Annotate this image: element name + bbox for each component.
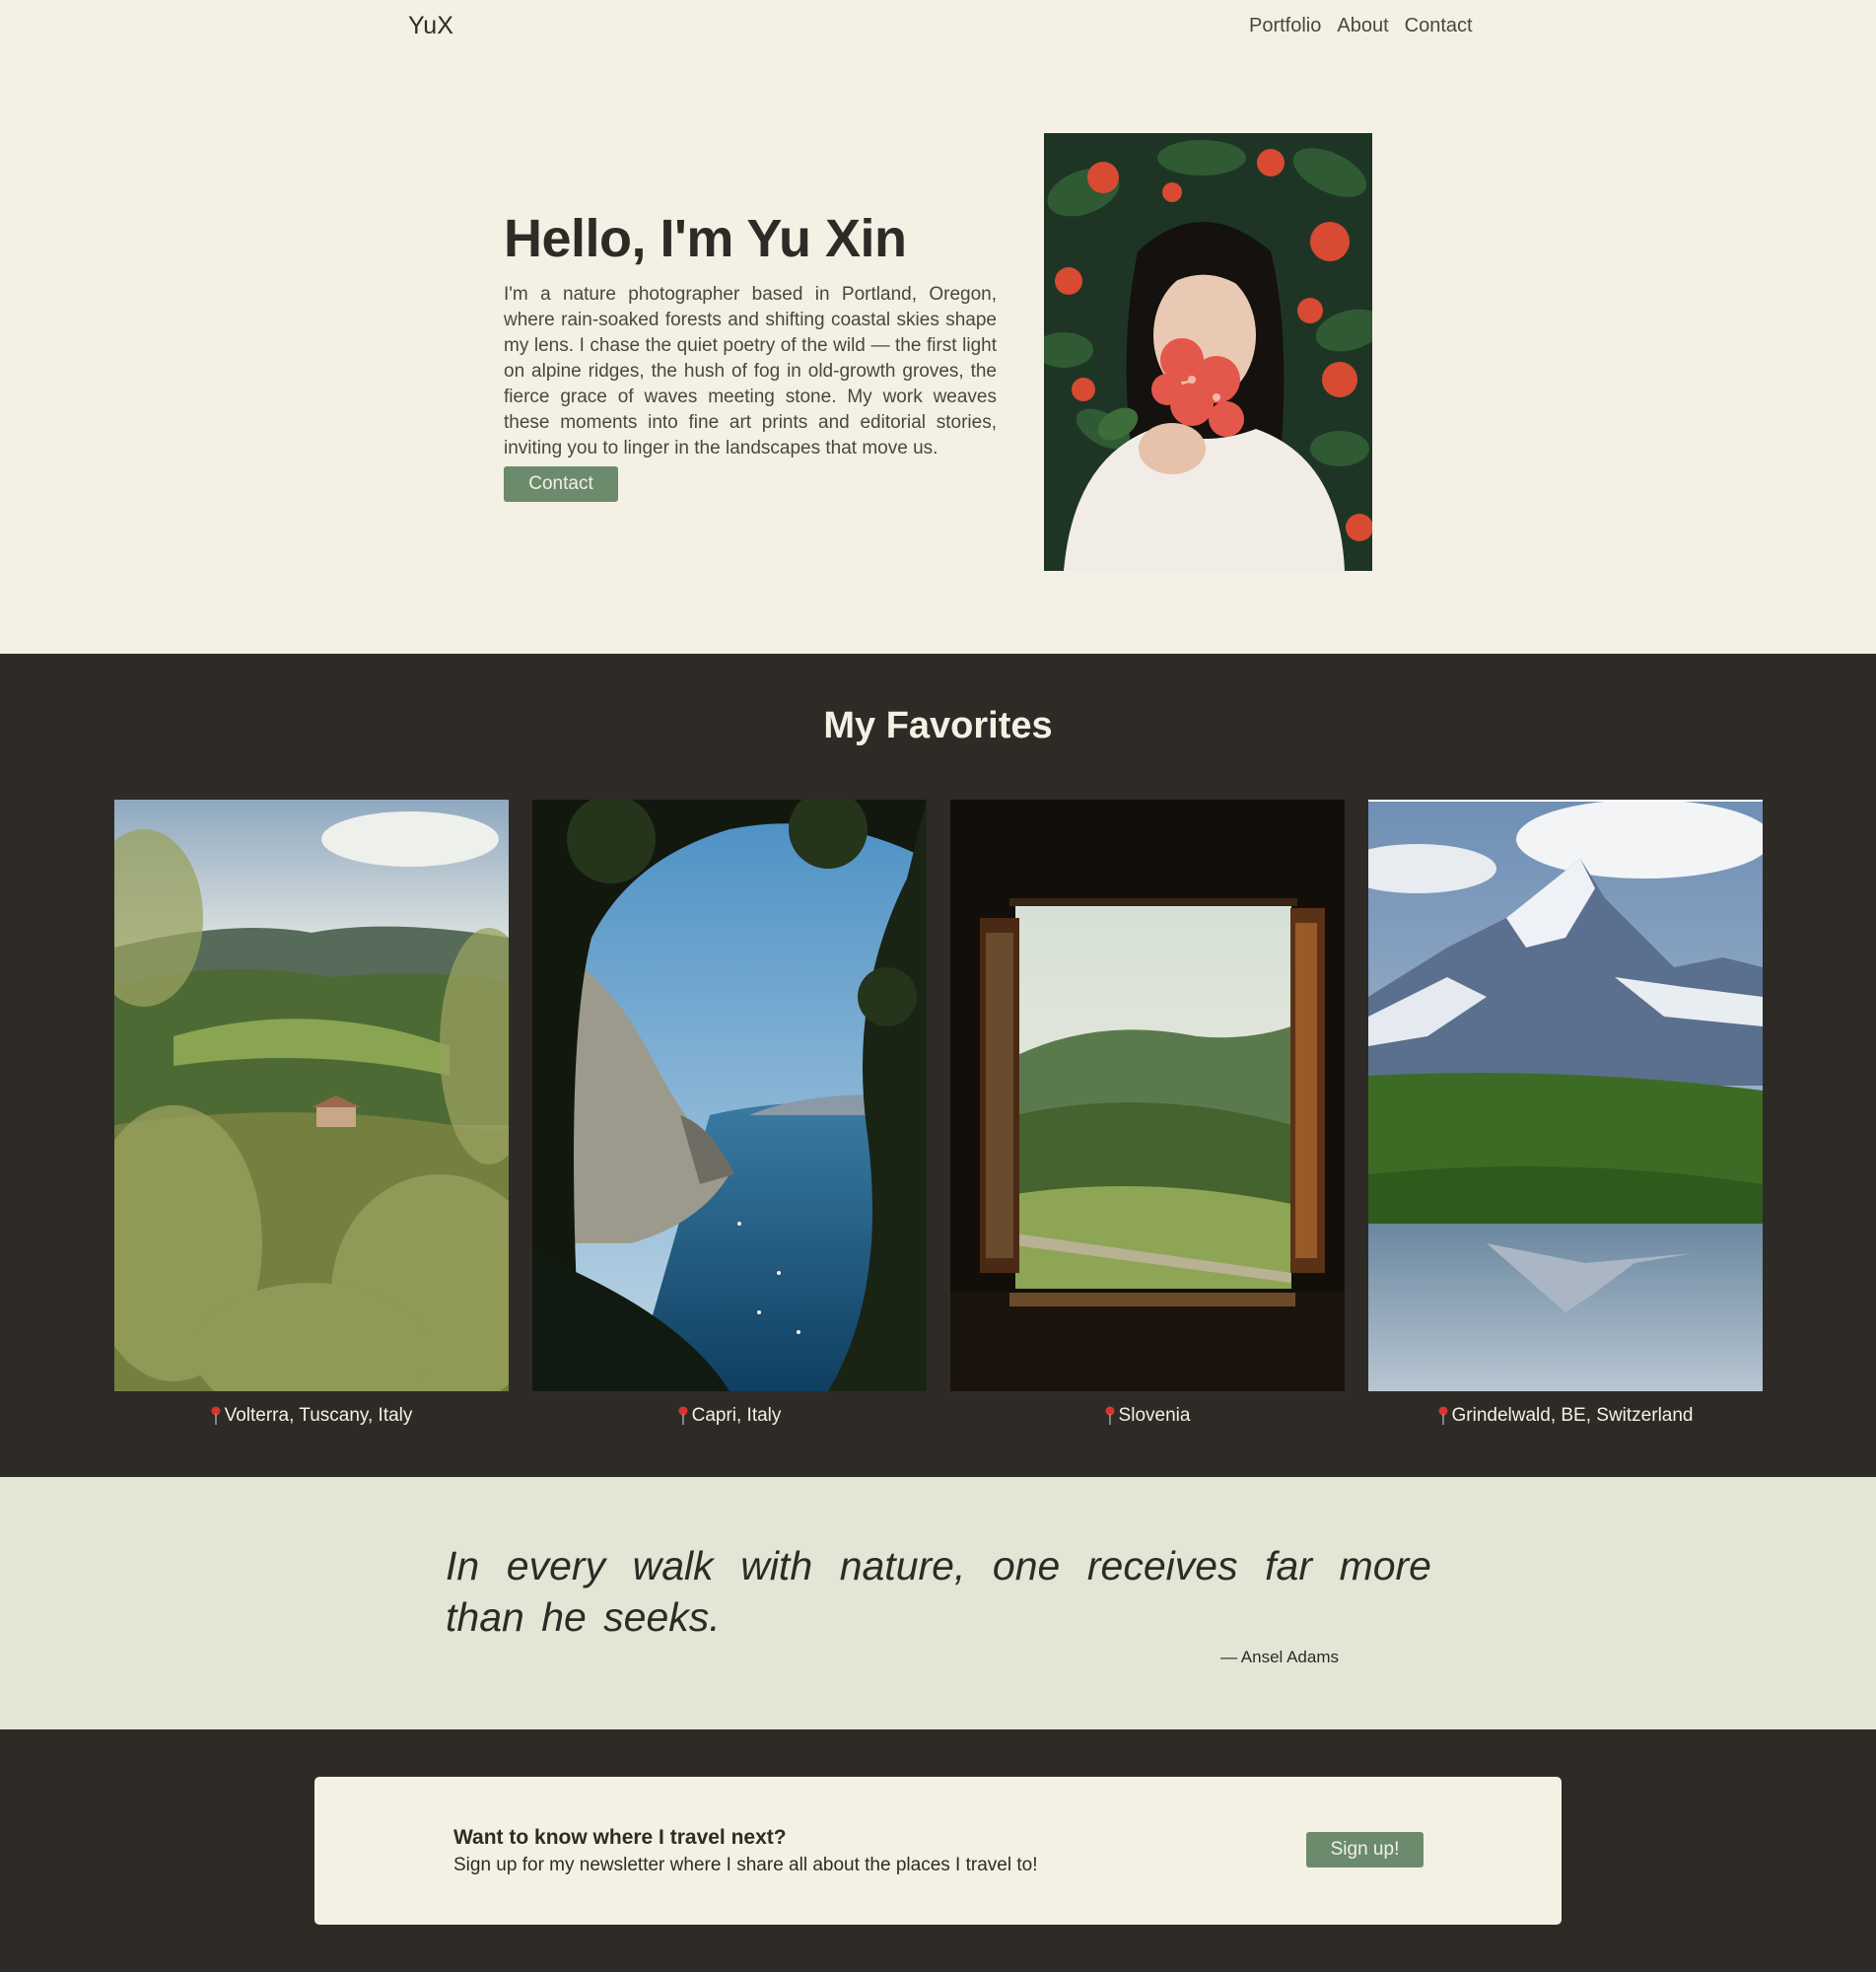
nav-link-about[interactable]: About bbox=[1337, 15, 1388, 37]
newsletter-text: Sign up for my newsletter where I share … bbox=[453, 1855, 1038, 1875]
favorites-title: My Favorites bbox=[823, 705, 1053, 746]
portrait-photo bbox=[1044, 133, 1372, 571]
map-pin-icon bbox=[678, 1406, 688, 1426]
favorite-caption: Grindelwald, BE, Switzerland bbox=[1368, 1405, 1763, 1427]
photo-tuscany bbox=[114, 800, 509, 1391]
contact-button[interactable]: Contact bbox=[504, 466, 618, 502]
favorite-card[interactable]: Grindelwald, BE, Switzerland bbox=[1368, 800, 1763, 1427]
map-pin-icon bbox=[211, 1406, 221, 1426]
favorite-caption: Volterra, Tuscany, Italy bbox=[114, 1405, 509, 1427]
location-label: Grindelwald, BE, Switzerland bbox=[1451, 1405, 1694, 1426]
brand-logo[interactable]: YuX bbox=[408, 12, 453, 40]
favorite-caption: Slovenia bbox=[950, 1405, 1345, 1427]
photo-capri bbox=[532, 800, 927, 1391]
map-pin-icon bbox=[1438, 1406, 1448, 1426]
photo-grindelwald bbox=[1368, 800, 1763, 1391]
favorite-caption: Capri, Italy bbox=[532, 1405, 927, 1427]
map-pin-icon bbox=[1105, 1406, 1115, 1426]
favorite-card[interactable]: Slovenia bbox=[950, 800, 1345, 1427]
nav-link-portfolio[interactable]: Portfolio bbox=[1249, 15, 1321, 37]
favorite-card[interactable]: Volterra, Tuscany, Italy bbox=[114, 800, 509, 1427]
signup-button[interactable]: Sign up! bbox=[1306, 1832, 1424, 1867]
quote-author: — Ansel Adams bbox=[1220, 1648, 1340, 1666]
newsletter-title: Want to know where I travel next? bbox=[453, 1826, 787, 1849]
favorite-card[interactable]: Capri, Italy bbox=[532, 800, 927, 1427]
nav-link-contact[interactable]: Contact bbox=[1405, 15, 1473, 37]
hero-section: Hello, I'm Yu Xin I'm a nature photograp… bbox=[0, 55, 1876, 654]
favorites-section: My Favorites Volterra, Tuscany, Italy Ca… bbox=[0, 654, 1876, 1477]
nav-links: Portfolio About Contact bbox=[1249, 15, 1473, 37]
hero-description: I'm a nature photographer based in Portl… bbox=[504, 284, 997, 458]
location-label: Slovenia bbox=[1118, 1405, 1191, 1426]
newsletter-card: Want to know where I travel next? Sign u… bbox=[314, 1777, 1562, 1925]
footer-section: Want to know where I travel next? Sign u… bbox=[0, 1729, 1876, 1972]
quote-text: In every walk with nature, one receives … bbox=[446, 1543, 1431, 1640]
top-nav: YuX Portfolio About Contact bbox=[0, 0, 1876, 55]
quote-section: In every walk with nature, one receives … bbox=[0, 1477, 1876, 1729]
photo-slovenia bbox=[950, 800, 1345, 1391]
hero-title: Hello, I'm Yu Xin bbox=[504, 209, 907, 268]
location-label: Capri, Italy bbox=[691, 1405, 782, 1426]
location-label: Volterra, Tuscany, Italy bbox=[224, 1405, 413, 1426]
